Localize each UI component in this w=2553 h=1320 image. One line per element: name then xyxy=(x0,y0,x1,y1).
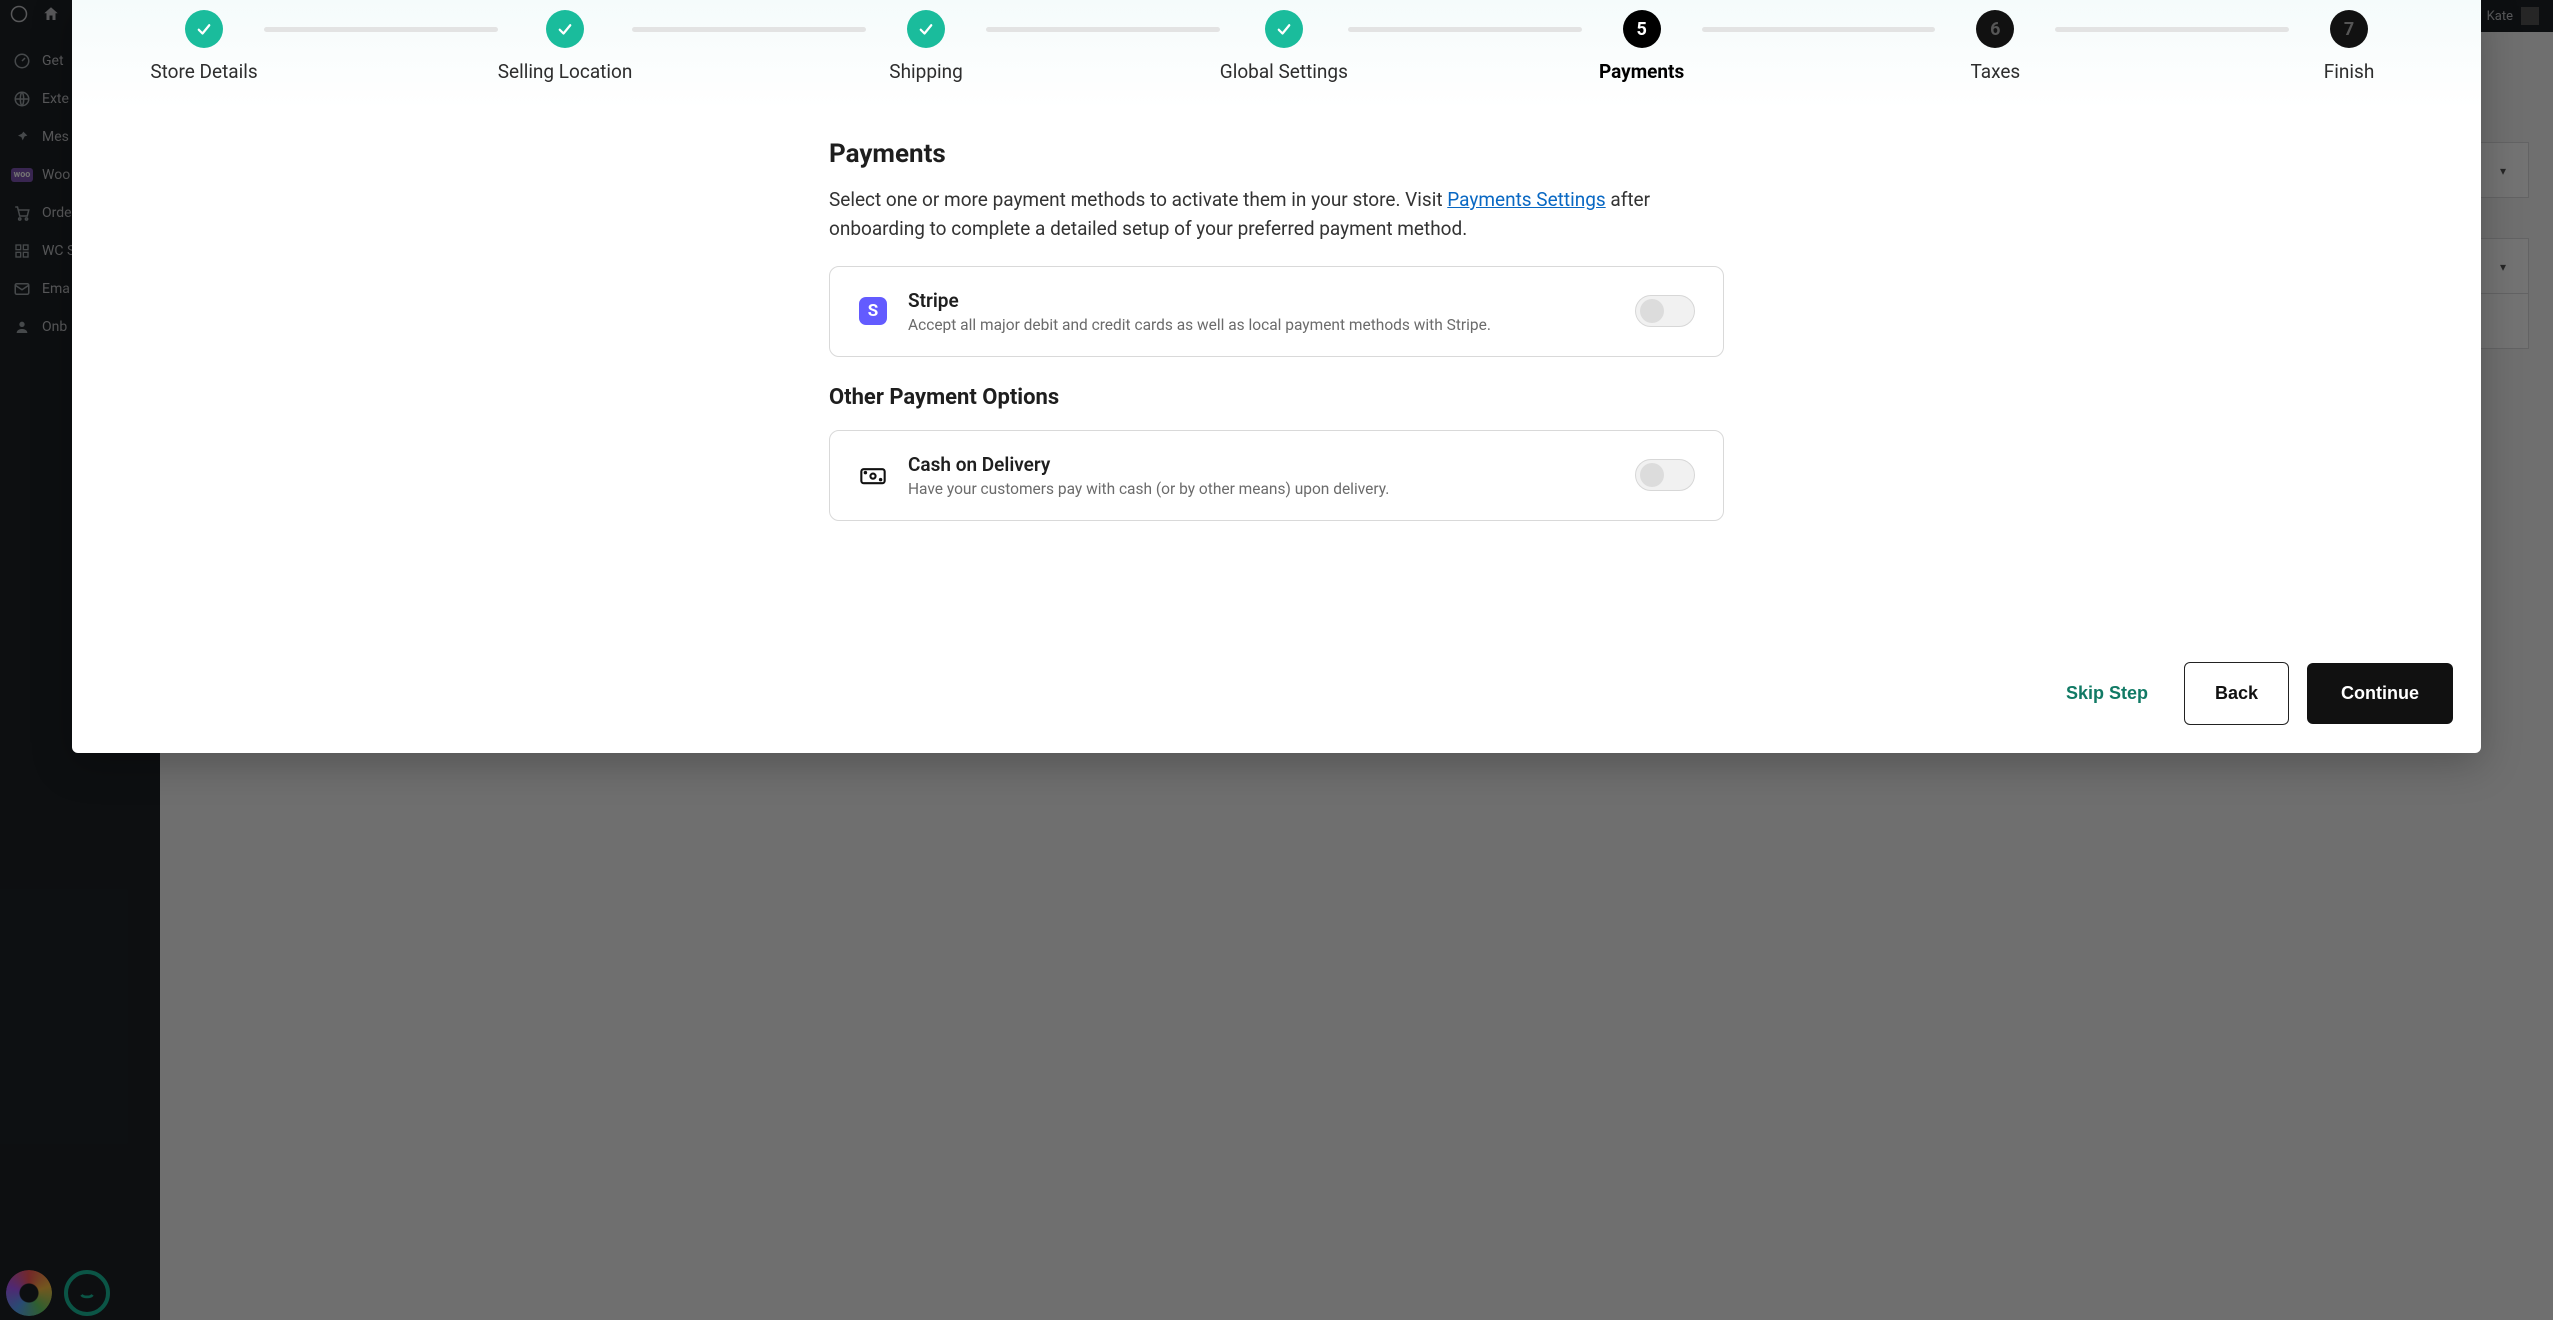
page-title: Payments xyxy=(829,139,1724,169)
step-connector xyxy=(2055,27,2289,32)
cod-toggle[interactable] xyxy=(1635,459,1695,491)
modal-footer: Skip Step Back Continue xyxy=(72,642,2481,753)
step-label: Payments xyxy=(1599,60,1684,83)
stepper: Store Details Selling Location Shipping … xyxy=(144,10,2409,83)
step-number: 6 xyxy=(1976,10,2014,48)
stripe-toggle[interactable] xyxy=(1635,295,1695,327)
back-button[interactable]: Back xyxy=(2184,662,2289,725)
payment-option-stripe: S Stripe Accept all major debit and cred… xyxy=(829,266,1724,357)
step-connector xyxy=(1348,27,1582,32)
step-label: Shipping xyxy=(889,60,963,83)
option-description: Accept all major debit and credit cards … xyxy=(908,316,1615,334)
step-taxes[interactable]: 6 Taxes xyxy=(1935,10,2055,83)
stripe-icon: S xyxy=(858,296,888,326)
continue-button[interactable]: Continue xyxy=(2307,663,2453,724)
step-payments[interactable]: 5 Payments xyxy=(1582,10,1702,83)
payments-settings-link[interactable]: Payments Settings xyxy=(1447,188,1605,211)
step-global-settings[interactable]: Global Settings xyxy=(1220,10,1348,83)
option-name: Stripe xyxy=(908,289,1615,312)
step-connector xyxy=(1702,27,1936,32)
other-options-title: Other Payment Options xyxy=(829,385,1724,410)
check-icon xyxy=(907,10,945,48)
step-label: Selling Location xyxy=(498,60,633,83)
step-selling-location[interactable]: Selling Location xyxy=(498,10,633,83)
page-description: Select one or more payment methods to ac… xyxy=(829,185,1724,244)
desc-text: Select one or more payment methods to ac… xyxy=(829,188,1447,211)
step-number: 5 xyxy=(1623,10,1661,48)
check-icon xyxy=(1265,10,1303,48)
skip-step-button[interactable]: Skip Step xyxy=(2048,671,2166,716)
step-connector xyxy=(986,27,1220,32)
option-description: Have your customers pay with cash (or by… xyxy=(908,480,1615,498)
step-label: Finish xyxy=(2324,60,2375,83)
check-icon xyxy=(185,10,223,48)
step-finish[interactable]: 7 Finish xyxy=(2289,10,2409,83)
modal-header: Store Details Selling Location Shipping … xyxy=(72,0,2481,109)
step-connector xyxy=(264,27,498,32)
payment-option-cod: Cash on Delivery Have your customers pay… xyxy=(829,430,1724,521)
step-shipping[interactable]: Shipping xyxy=(866,10,986,83)
step-connector xyxy=(632,27,866,32)
onboarding-modal: Store Details Selling Location Shipping … xyxy=(72,0,2481,753)
stripe-icon-letter: S xyxy=(859,297,887,325)
modal-body: Payments Select one or more payment meth… xyxy=(72,109,2481,642)
cash-icon xyxy=(858,460,888,490)
step-label: Store Details xyxy=(150,60,257,83)
step-label: Taxes xyxy=(1970,60,2020,83)
step-number: 7 xyxy=(2330,10,2368,48)
step-label: Global Settings xyxy=(1220,60,1348,83)
step-store-details[interactable]: Store Details xyxy=(144,10,264,83)
option-name: Cash on Delivery xyxy=(908,453,1615,476)
check-icon xyxy=(546,10,584,48)
